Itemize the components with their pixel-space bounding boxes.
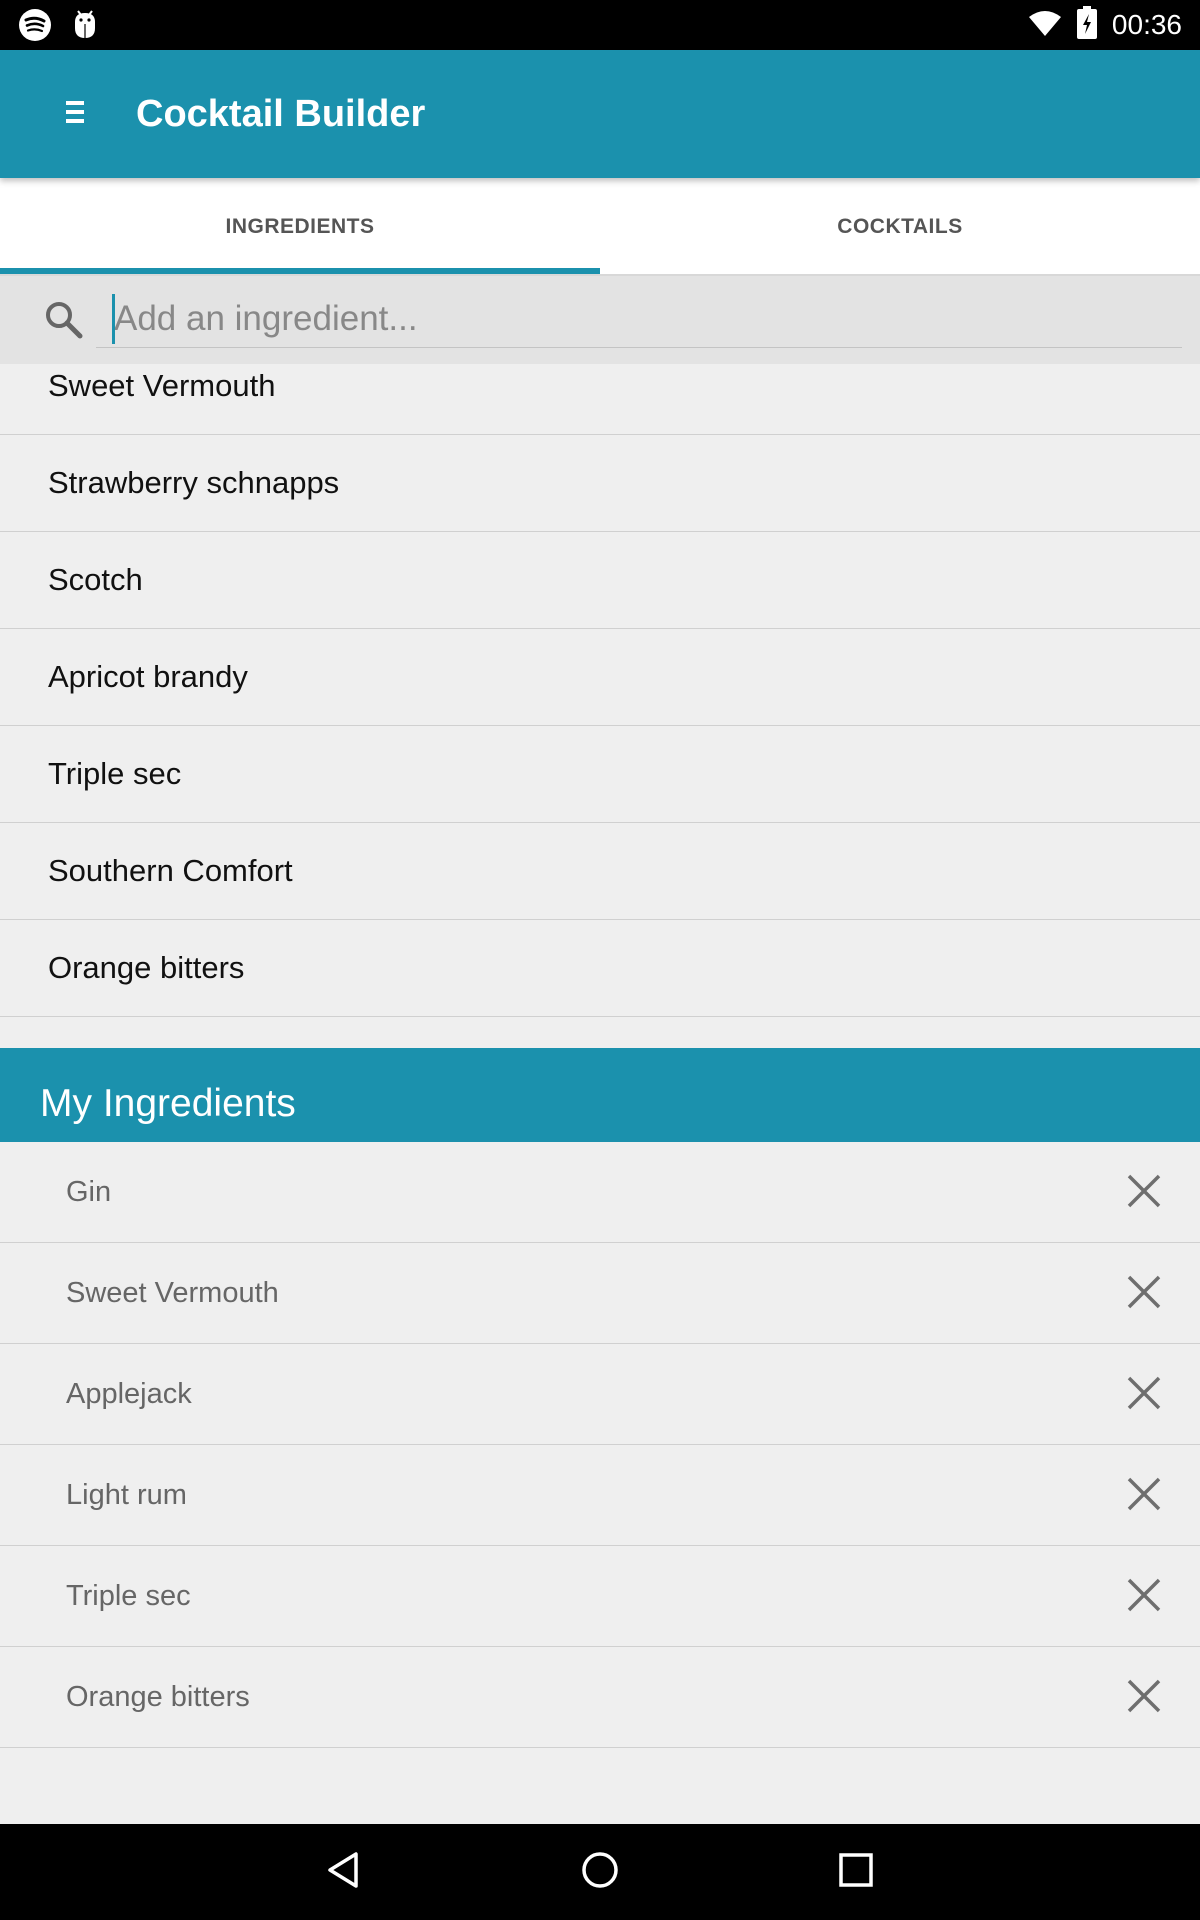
text-cursor — [112, 294, 115, 344]
close-icon — [1126, 1678, 1162, 1719]
search-bar — [0, 276, 1200, 364]
my-ingredient-row: Light rum — [0, 1445, 1200, 1546]
home-circle-icon — [580, 1850, 620, 1895]
list-item-label: Triple sec — [48, 756, 182, 791]
android-debug-icon — [70, 8, 100, 47]
my-ingredient-row: Triple sec — [0, 1546, 1200, 1647]
status-time: 00:36 — [1111, 9, 1182, 40]
my-ingredient-row: Gin — [0, 1142, 1200, 1243]
list-item[interactable]: Scotch — [0, 532, 1200, 629]
back-triangle-icon — [324, 1850, 364, 1895]
close-icon — [1126, 1476, 1162, 1517]
remove-ingredient-button[interactable] — [1116, 1471, 1172, 1521]
my-ingredient-row: Orange bitters — [0, 1647, 1200, 1748]
remove-ingredient-button[interactable] — [1116, 1168, 1172, 1218]
search-input[interactable] — [96, 290, 1182, 348]
my-ingredient-row: Sweet Vermouth — [0, 1243, 1200, 1344]
list-item[interactable]: Sweet Vermouth — [0, 364, 1200, 435]
list-item[interactable]: Apricot brandy — [0, 629, 1200, 726]
section-title: My Ingredients — [40, 1082, 296, 1125]
list-item[interactable]: Orange bitters — [0, 920, 1200, 1017]
ingredient-label: Orange bitters — [66, 1681, 250, 1713]
ingredient-label: Gin — [66, 1176, 112, 1208]
list-item[interactable]: Triple sec — [0, 726, 1200, 823]
list-item[interactable]: Southern Comfort — [0, 823, 1200, 920]
battery-charging-icon — [1076, 5, 1098, 45]
close-icon — [1126, 1577, 1162, 1618]
ingredient-label: Light rum — [66, 1479, 187, 1511]
list-item-label: Apricot brandy — [48, 659, 248, 694]
remove-ingredient-button[interactable] — [1116, 1572, 1172, 1622]
app-title: Cocktail Builder — [136, 93, 426, 135]
my-ingredient-row: Applejack — [0, 1344, 1200, 1445]
list-item-label: Orange bitters — [48, 950, 245, 985]
back-button[interactable] — [314, 1842, 374, 1902]
remove-ingredient-button[interactable] — [1116, 1370, 1172, 1420]
close-icon — [1126, 1274, 1162, 1315]
hamburger-menu-icon — [64, 98, 88, 131]
wifi-icon — [1028, 9, 1062, 42]
tab-bar: INGREDIENTS COCKTAILS — [0, 178, 1200, 276]
recents-square-icon — [836, 1850, 876, 1895]
system-navigation-bar — [0, 1824, 1200, 1920]
list-item-label: Southern Comfort — [48, 853, 293, 888]
tab-cocktails[interactable]: COCKTAILS — [600, 178, 1200, 276]
ingredient-label: Sweet Vermouth — [66, 1277, 279, 1309]
close-icon — [1126, 1375, 1162, 1416]
list-item-label: Strawberry schnapps — [48, 465, 340, 500]
my-ingredients-header: My Ingredients — [0, 1048, 1200, 1142]
status-bar: 00:36 — [0, 0, 1200, 50]
recents-button[interactable] — [826, 1842, 886, 1902]
menu-button[interactable] — [48, 86, 104, 142]
spotify-icon — [18, 8, 52, 47]
app-bar: Cocktail Builder — [0, 50, 1200, 178]
my-ingredients-list: Gin Sweet Vermouth Applejack Light rum T… — [0, 1142, 1200, 1824]
list-item[interactable]: Strawberry schnapps — [0, 435, 1200, 532]
ingredient-label: Triple sec — [66, 1580, 191, 1612]
search-icon — [42, 298, 86, 342]
list-item-label: Scotch — [48, 562, 143, 597]
tab-ingredients[interactable]: INGREDIENTS — [0, 178, 600, 276]
ingredient-suggestions-list: Sweet Vermouth Strawberry schnapps Scotc… — [0, 364, 1200, 1019]
remove-ingredient-button[interactable] — [1116, 1673, 1172, 1723]
ingredient-label: Applejack — [66, 1378, 192, 1410]
close-icon — [1126, 1173, 1162, 1214]
remove-ingredient-button[interactable] — [1116, 1269, 1172, 1319]
home-button[interactable] — [570, 1842, 630, 1902]
list-item-label: Sweet Vermouth — [48, 368, 276, 403]
